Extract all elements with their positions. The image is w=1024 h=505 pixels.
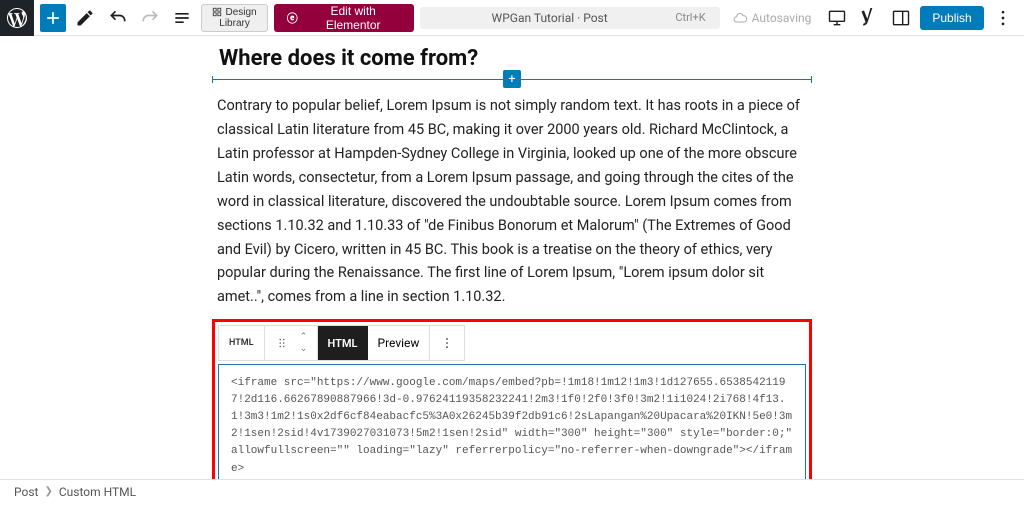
heading-block[interactable]: Where does it come from? (217, 46, 807, 71)
view-desktop-button[interactable] (823, 4, 849, 32)
breadcrumb: Post ❯ Custom HTML (0, 479, 1024, 503)
grid-icon (212, 7, 222, 17)
move-up-button[interactable]: ⌃ (295, 331, 313, 343)
command-shortcut: Ctrl+K (675, 11, 705, 24)
elementor-label: Edit with Elementor (305, 4, 402, 32)
wordpress-icon (7, 8, 27, 28)
list-view-icon (172, 8, 192, 28)
block-type-label[interactable]: HTML (223, 338, 260, 348)
cloud-icon (732, 10, 748, 26)
autosave-label: Autosaving (752, 11, 812, 25)
document-overview-button[interactable] (169, 4, 195, 32)
paragraph-block[interactable]: Contrary to popular belief, Lorem Ipsum … (217, 94, 807, 309)
yoast-icon (859, 8, 879, 28)
wordpress-logo[interactable] (0, 0, 34, 36)
drag-icon (275, 336, 289, 350)
move-down-button[interactable]: ⌄ (295, 343, 313, 355)
breadcrumb-root[interactable]: Post (14, 485, 38, 499)
block-options-button[interactable] (434, 326, 460, 360)
redo-icon (140, 8, 160, 28)
edit-with-elementor-button[interactable]: ⓔ Edit with Elementor (274, 4, 414, 32)
html-code-textarea[interactable]: <iframe src="https://www.google.com/maps… (218, 364, 806, 488)
plus-icon (43, 8, 63, 28)
elementor-icon: ⓔ (286, 11, 299, 25)
yoast-button[interactable] (856, 4, 882, 32)
breadcrumb-current[interactable]: Custom HTML (59, 485, 136, 499)
publish-button[interactable]: Publish (920, 6, 983, 30)
design-library-label-1: Design (225, 7, 256, 18)
chevron-right-icon: ❯ (44, 486, 52, 497)
edit-mode-button[interactable] (72, 4, 98, 32)
undo-icon (108, 8, 128, 28)
kebab-icon (993, 8, 1013, 28)
command-palette-button[interactable]: WPGan Tutorial · Post Ctrl+K (420, 7, 720, 29)
editor-topbar: Design Library ⓔ Edit with Elementor WPG… (0, 0, 1024, 36)
pencil-icon (75, 8, 95, 28)
block-toolbar: HTML ⌃ ⌄ HTML Preview (218, 325, 465, 361)
block-inserter-button[interactable] (40, 4, 66, 32)
sidebar-icon (891, 8, 911, 28)
design-library-button[interactable]: Design Library (201, 4, 267, 32)
undo-button[interactable] (105, 4, 131, 32)
options-button[interactable] (990, 4, 1016, 32)
editor-canvas: Where does it come from? + Contrary to p… (0, 36, 1024, 505)
block-inserter-line[interactable]: + (212, 79, 812, 80)
custom-html-block-highlighted: HTML ⌃ ⌄ HTML Preview (212, 319, 812, 494)
design-library-label-2: Library (219, 18, 250, 29)
tab-html[interactable]: HTML (318, 326, 368, 360)
settings-toggle-button[interactable] (888, 4, 914, 32)
document-title: WPGan Tutorial · Post (492, 11, 608, 25)
kebab-icon (440, 336, 454, 350)
drag-handle[interactable] (269, 326, 295, 360)
desktop-icon (827, 8, 847, 28)
autosave-status: Autosaving (732, 10, 812, 26)
document-title-bar: WPGan Tutorial · Post Ctrl+K (420, 7, 720, 29)
redo-button[interactable] (137, 4, 163, 32)
tab-preview[interactable]: Preview (368, 326, 430, 360)
plus-icon: + (503, 70, 521, 88)
